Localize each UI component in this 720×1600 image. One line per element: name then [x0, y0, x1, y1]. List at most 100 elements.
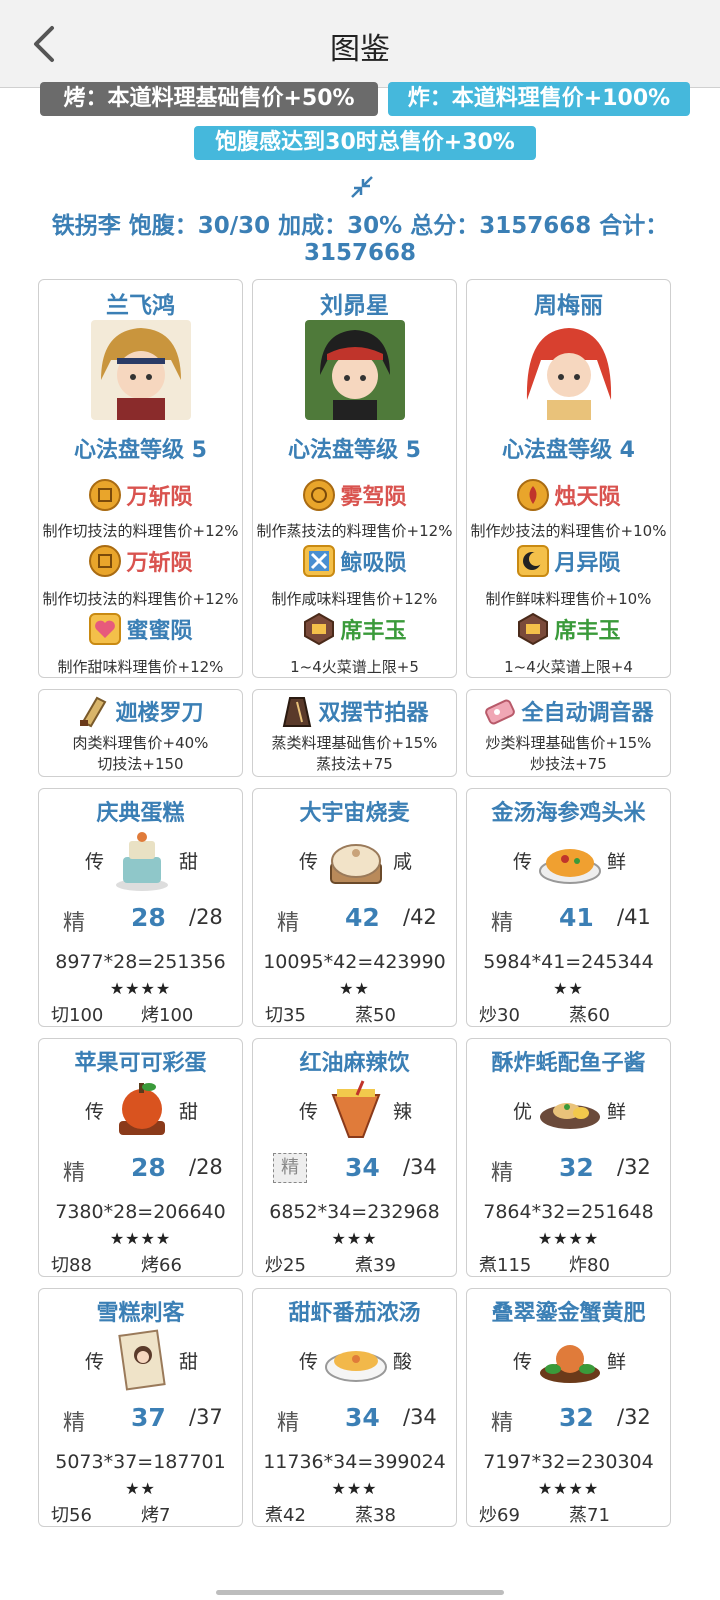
dish-card[interactable]: 金汤海参鸡头米 传 鲜 精 41 /41 5984*41=245344 ★★ 炒… — [466, 788, 671, 1027]
cake-icon — [116, 832, 168, 891]
dish-name: 金汤海参鸡头米 — [491, 801, 646, 826]
dish-count[interactable]: 37 — [131, 1403, 166, 1432]
equipment-card[interactable]: 双摆节拍器 蒸类料理基础售价+15% 蒸技法+75 — [252, 689, 457, 777]
skill-row: 烛天陨 — [467, 478, 670, 512]
dish-name: 大宇宙烧麦 — [299, 801, 410, 826]
skill-name: 万斩陨 — [126, 485, 193, 510]
skill-req: 烤100 — [141, 1005, 194, 1026]
flavor-tag: 辣 — [393, 1101, 413, 1123]
star-rating: ★★ — [553, 979, 584, 998]
drink-icon — [331, 1080, 381, 1138]
skill-row: 月异陨 — [467, 544, 670, 578]
rarity-tag: 传 — [513, 851, 533, 873]
equipment-header: 双摆节拍器 — [253, 694, 456, 730]
rarity-tag: 优 — [513, 1101, 533, 1123]
dish-count[interactable]: 32 — [559, 1153, 594, 1182]
dish-card[interactable]: 红油麻辣饮 传 辣 精 34 /34 6852*34=232968 ★★★ 炒2… — [252, 1038, 457, 1277]
equipment-name: 全自动调音器 — [521, 701, 654, 726]
dish-card[interactable]: 庆典蛋糕 传 甜 精 28 /28 8977*28=251356 ★★★★ 切1… — [38, 788, 243, 1027]
skill-req: 炒25 — [265, 1255, 306, 1276]
skill-row: 万斩陨 — [39, 544, 242, 578]
dish-name: 庆典蛋糕 — [96, 801, 185, 826]
dish-card[interactable]: 苹果可可彩蛋 传 甜 精 28 /28 7380*28=206640 ★★★★ … — [38, 1038, 243, 1277]
dish-card[interactable]: 叠翠鎏金蟹黄肥 传 鲜 精 32 /32 7197*32=230304 ★★★★… — [466, 1288, 671, 1527]
skill-name: 席丰玉 — [340, 619, 407, 644]
coin-icon — [303, 479, 336, 511]
icecream-scroll-icon — [118, 1329, 166, 1391]
dish-card[interactable]: 雪糕刺客 传 甜 精 37 /37 5073*37=187701 ★★ 切56 … — [38, 1288, 243, 1527]
skill-req: 炒69 — [479, 1505, 520, 1526]
chef-card[interactable]: 周梅丽 心法盘等级 4 烛天陨 制作炒技法的料理售价+10% 月异陨 制作鲜味料… — [466, 279, 671, 678]
equipment-effect: 蒸技法+75 — [316, 755, 393, 773]
skill-req: 煮42 — [265, 1505, 306, 1526]
rarity-tag: 传 — [85, 1101, 105, 1123]
dish-count[interactable]: 32 — [559, 1403, 594, 1432]
tuner-icon — [485, 699, 516, 725]
price-calc: 11736*34=399024 — [263, 1451, 446, 1473]
skill-name: 月异陨 — [554, 551, 621, 576]
dish-card[interactable]: 大宇宙烧麦 传 咸 精 42 /42 10095*42=423990 ★★ 切3… — [252, 788, 457, 1027]
bonus-tag-roast: 烤：本道料理基础售价+50% — [40, 82, 378, 116]
cross-icon — [303, 545, 336, 577]
home-indicator[interactable] — [216, 1590, 504, 1595]
cleaver-icon — [80, 696, 107, 728]
chef-card[interactable]: 刘昴星 心法盘等级 5 雾驾陨 制作蒸技法的料理售价+12% 鲸吸陨 制作咸味料… — [252, 279, 457, 678]
flavor-tag: 鲜 — [607, 1351, 627, 1373]
skill-desc: 制作切技法的料理售价+12% — [42, 590, 239, 608]
quality-label: 精 — [491, 911, 514, 936]
quality-label: 精 — [277, 1411, 300, 1436]
skill-row: 雾驾陨 — [253, 478, 456, 512]
star-rating: ★★★ — [331, 1479, 378, 1498]
skill-desc: 制作切技法的料理售价+12% — [42, 522, 239, 540]
star-rating: ★★★★ — [537, 1229, 600, 1248]
price-calc: 5073*37=187701 — [55, 1451, 226, 1473]
equipment-effect: 肉类料理售价+40% — [72, 734, 209, 752]
skill-req: 炸80 — [569, 1255, 610, 1276]
equipment-effect: 切技法+150 — [97, 755, 184, 773]
chef-card[interactable]: 兰飞鸿 心法盘等级 5 万斩陨 制作切技法的料理售价+12% 万斩陨 制作切技法… — [38, 279, 243, 678]
dish-name: 雪糕刺客 — [96, 1301, 185, 1326]
skill-name: 烛天陨 — [554, 485, 621, 510]
skill-name: 蜜蜜陨 — [126, 619, 193, 644]
price-calc: 10095*42=423990 — [263, 951, 446, 973]
dish-count[interactable]: 42 — [345, 903, 380, 932]
equipment-card[interactable]: 迦楼罗刀 肉类料理售价+40% 切技法+150 — [38, 689, 243, 777]
dish-count[interactable]: 28 — [131, 1153, 166, 1182]
dish-count[interactable]: 41 — [559, 903, 594, 932]
dish-max: /42 — [403, 905, 437, 929]
dish-count[interactable]: 34 — [345, 1403, 380, 1432]
star-rating: ★★★★ — [109, 979, 172, 998]
skill-req: 蒸71 — [569, 1505, 610, 1526]
chef-avatar — [305, 320, 405, 420]
rarity-tag: 传 — [299, 851, 319, 873]
quality-label: 精 — [277, 911, 300, 936]
quality-label[interactable]: 精 — [273, 1153, 307, 1183]
summary-total: 3157668 — [303, 240, 417, 266]
dish-card[interactable]: 甜虾番茄浓汤 传 酸 精 34 /34 11736*34=399024 ★★★ … — [252, 1288, 457, 1527]
dish-count[interactable]: 28 — [131, 903, 166, 932]
bonus-tag-satiety: 饱腹感达到30时总售价+30% — [194, 126, 536, 160]
price-calc: 8977*28=251356 — [55, 951, 226, 973]
dish-card[interactable]: 酥炸蚝配鱼子酱 优 鲜 精 32 /32 7864*32=251648 ★★★★… — [466, 1038, 671, 1277]
skill-desc: 制作甜味料理售价+12% — [57, 658, 224, 676]
equipment-card[interactable]: 全自动调音器 炒类料理基础售价+15% 炒技法+75 — [466, 689, 671, 777]
rarity-tag: 传 — [513, 1351, 533, 1373]
dish-max: /32 — [617, 1405, 651, 1429]
flavor-tag: 甜 — [179, 1351, 199, 1373]
skill-row: 鲸吸陨 — [253, 544, 456, 578]
dish-name: 叠翠鎏金蟹黄肥 — [491, 1301, 646, 1326]
skill-desc: 制作蒸技法的料理售价+12% — [256, 522, 453, 540]
star-rating: ★★★★ — [537, 1479, 600, 1498]
skill-row: 蜜蜜陨 — [39, 612, 242, 646]
skill-desc: 制作鲜味料理售价+10% — [485, 590, 652, 608]
dish-count[interactable]: 34 — [345, 1153, 380, 1182]
skill-req: 蒸60 — [569, 1005, 610, 1026]
gem-icon — [518, 612, 549, 646]
collapse-arrows-icon[interactable] — [350, 175, 374, 199]
dish-max: /32 — [617, 1155, 651, 1179]
flame-coin-icon — [517, 479, 550, 511]
flavor-tag: 甜 — [179, 1101, 199, 1123]
mindset-level: 心法盘等级 5 — [288, 438, 421, 463]
equipment-header: 全自动调音器 — [467, 694, 670, 730]
rarity-tag: 传 — [299, 1351, 319, 1373]
